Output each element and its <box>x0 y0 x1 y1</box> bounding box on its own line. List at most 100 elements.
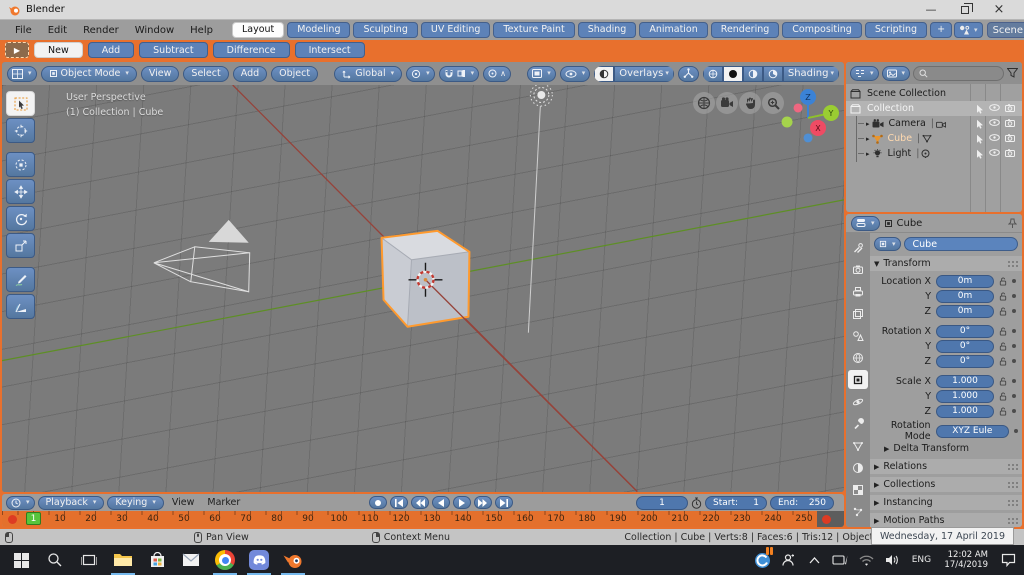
rotation-y-field[interactable]: 0° <box>936 340 994 353</box>
lock-icon[interactable] <box>999 292 1007 301</box>
menu-view[interactable]: View <box>141 66 180 82</box>
play-button[interactable] <box>453 496 471 509</box>
selectable-icon[interactable] <box>972 104 987 114</box>
render-visibility-icon[interactable] <box>1002 119 1017 129</box>
outliner-item-light[interactable]: ▸ Light | <box>846 146 1022 161</box>
current-frame-badge[interactable]: 1 <box>26 512 41 525</box>
search-input[interactable] <box>931 68 991 78</box>
frame-start-field[interactable]: Start:1 <box>705 496 767 510</box>
taskbar-clock[interactable]: 12:02 AM 17/4/2019 <box>938 550 994 570</box>
tab-particles[interactable] <box>848 502 868 521</box>
zoom-ortho-button[interactable] <box>693 92 715 114</box>
prev-keyframe-button[interactable] <box>411 496 429 509</box>
transform-orientation-dropdown[interactable]: Global▾ <box>334 66 402 82</box>
viewport-3d[interactable]: ▾ Object Mode▾ View Select Add Object Gl… <box>2 62 844 492</box>
proportional-edit-group[interactable]: ∧ <box>483 66 511 82</box>
animate-dot[interactable] <box>1012 309 1016 313</box>
jump-to-start-button[interactable] <box>390 496 408 509</box>
lock-icon[interactable] <box>999 277 1007 286</box>
timeline-marker-menu[interactable]: Marker <box>202 497 245 508</box>
filter-icon[interactable] <box>1007 68 1018 78</box>
active-tool-indicator[interactable]: ▶ <box>5 42 29 58</box>
gizmo-toggle[interactable] <box>678 66 699 82</box>
tool-measure[interactable] <box>6 294 35 319</box>
visibility-dropdown[interactable]: ▾ <box>560 66 591 82</box>
lock-icon[interactable] <box>999 357 1007 366</box>
panel-grip[interactable] <box>1007 481 1018 488</box>
scene-selector[interactable]: Scene ✕ <box>987 22 1024 38</box>
timeline-editor[interactable]: ▾ Playback▾ Keying▾ View Marker 1 <box>2 494 844 527</box>
tool-cursor[interactable] <box>6 118 35 143</box>
panel-grip[interactable] <box>1007 499 1018 506</box>
wifi-tray-icon[interactable] <box>854 545 878 575</box>
motion-paths-panel[interactable]: ▶Motion Paths <box>870 513 1022 527</box>
tool-annotate[interactable] <box>6 267 35 292</box>
scale-y-field[interactable]: 1.000 <box>936 390 994 403</box>
viewport-scene[interactable]: Z Y X <box>2 85 844 492</box>
tab-modifiers[interactable] <box>848 414 868 433</box>
task-view-button[interactable] <box>72 545 106 575</box>
zoom-view-button[interactable] <box>762 92 784 114</box>
shading-material-icon[interactable] <box>743 66 763 82</box>
volume-tray-icon[interactable] <box>880 545 904 575</box>
editor-type-button[interactable]: ▾ <box>7 66 37 82</box>
hide-icon[interactable] <box>987 104 1002 114</box>
menu-edit[interactable]: Edit <box>41 25 74 36</box>
scale-x-field[interactable]: 1.000 <box>936 375 994 388</box>
object-name-field[interactable]: Cube <box>904 237 1018 251</box>
tool-select-box[interactable] <box>6 91 35 116</box>
camera-view-button[interactable] <box>716 92 738 114</box>
outliner-editor-type-button[interactable]: ▾ <box>850 66 879 81</box>
shading-solid-icon[interactable] <box>723 66 743 82</box>
tab-uv-editing[interactable]: UV Editing <box>421 22 491 38</box>
properties-editor-type-button[interactable]: ▾ <box>851 216 880 231</box>
blender-taskbar-button[interactable] <box>276 545 310 575</box>
tab-scene[interactable] <box>848 326 868 345</box>
animate-dot[interactable] <box>1012 344 1016 348</box>
bool-new-button[interactable]: New <box>34 42 83 58</box>
properties-editor[interactable]: ▾ Cube <box>846 214 1022 527</box>
animate-dot[interactable] <box>1012 279 1016 283</box>
tab-scripting[interactable]: Scripting <box>865 22 927 38</box>
menu-render[interactable]: Render <box>76 25 126 36</box>
render-visibility-icon[interactable] <box>1002 134 1017 144</box>
tab-tool[interactable] <box>848 238 868 257</box>
timeline-ruler[interactable]: 1 10 20 30 40 50 60 70 80 90 100 110 120… <box>2 511 844 527</box>
location-z-field[interactable]: 0m <box>936 305 994 318</box>
menu-help[interactable]: Help <box>183 25 220 36</box>
tab-object[interactable] <box>848 370 868 389</box>
tab-object-data[interactable] <box>848 436 868 455</box>
outliner-item-camera[interactable]: ▸ Camera | <box>846 116 1022 131</box>
collections-panel[interactable]: ▶Collections <box>870 477 1022 492</box>
antivirus-tray-icon[interactable] <box>750 545 774 575</box>
hide-icon[interactable] <box>987 134 1002 144</box>
panel-grip[interactable] <box>1007 260 1018 267</box>
render-visibility-icon[interactable] <box>1002 104 1017 114</box>
lock-icon[interactable] <box>999 407 1007 416</box>
location-x-field[interactable]: 0m <box>936 275 994 288</box>
play-reverse-button[interactable] <box>432 496 450 509</box>
tab-rendering[interactable]: Rendering <box>711 22 780 38</box>
playback-menu[interactable]: Playback▾ <box>38 496 105 510</box>
shading-wireframe-icon[interactable] <box>703 66 723 82</box>
next-keyframe-button[interactable] <box>474 496 492 509</box>
tab-sculpting[interactable]: Sculpting <box>353 22 417 38</box>
selectable-icon[interactable] <box>972 119 987 129</box>
scale-z-field[interactable]: 1.000 <box>936 405 994 418</box>
show-hidden-icons-chevron[interactable] <box>802 545 826 575</box>
pen-tablet-tray-icon[interactable] <box>828 545 852 575</box>
outliner-search[interactable] <box>913 66 1004 81</box>
tab-layout[interactable]: Layout <box>232 22 284 38</box>
hide-icon[interactable] <box>987 119 1002 129</box>
outliner-scene-collection[interactable]: Scene Collection <box>846 86 1022 101</box>
tab-compositing[interactable]: Compositing <box>782 22 862 38</box>
bool-add-button[interactable]: Add <box>88 42 134 58</box>
current-frame-field[interactable]: 1 <box>636 496 688 510</box>
panel-grip[interactable] <box>1007 517 1018 524</box>
animate-dot[interactable] <box>1012 409 1016 413</box>
animate-dot[interactable] <box>1012 294 1016 298</box>
tool-transform-arrows[interactable] <box>6 179 35 204</box>
outliner-item-cube[interactable]: ▸ Cube | <box>846 131 1022 146</box>
close-button[interactable]: × <box>982 0 1016 19</box>
snap-group[interactable]: ▾ <box>439 66 480 82</box>
